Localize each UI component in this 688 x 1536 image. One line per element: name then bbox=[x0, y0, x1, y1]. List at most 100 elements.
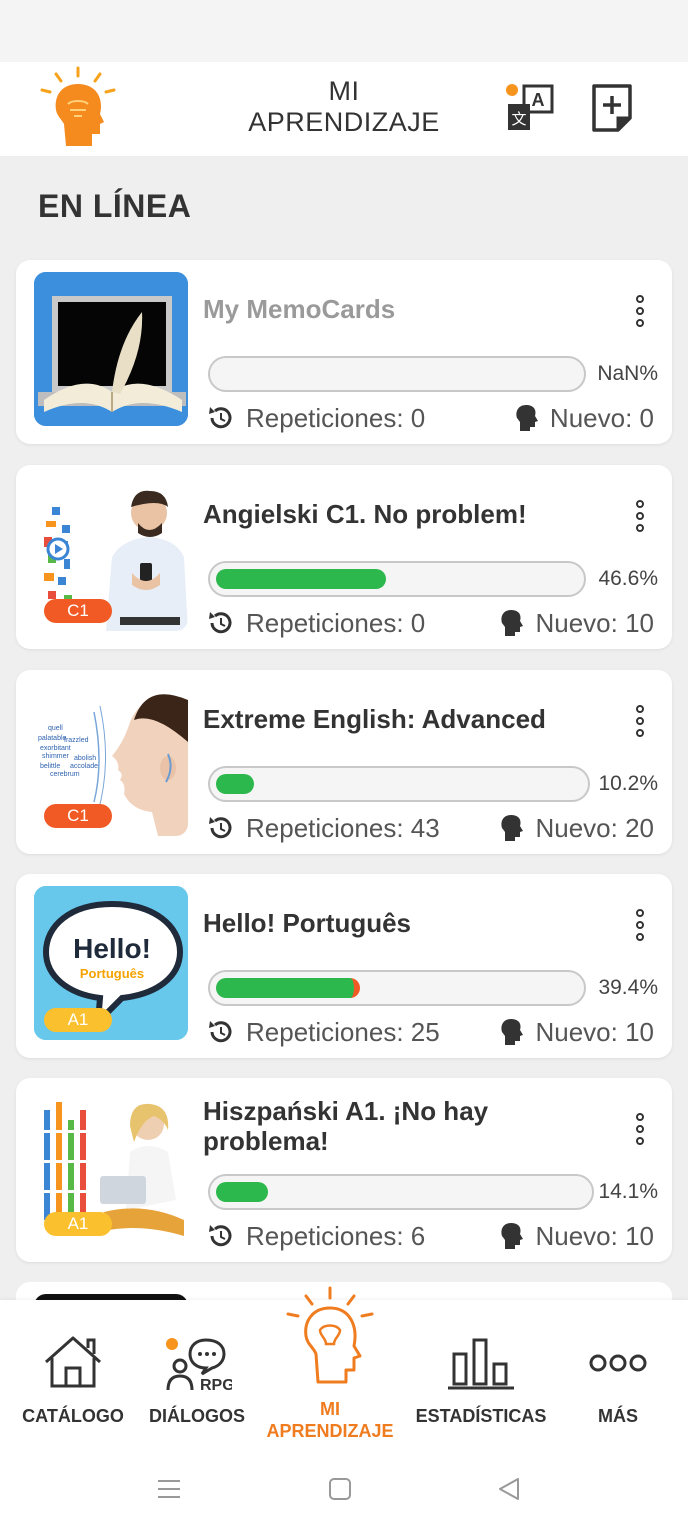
bar-chart-icon bbox=[448, 1338, 514, 1390]
level-badge: A1 bbox=[44, 1212, 112, 1236]
course-thumbnail bbox=[34, 272, 188, 426]
head-silhouette-icon bbox=[516, 405, 538, 431]
svg-text:palatable: palatable bbox=[38, 735, 67, 742]
home-icon bbox=[45, 1336, 101, 1388]
nav-label: MÁS bbox=[598, 1406, 638, 1426]
level-badge: C1 bbox=[44, 599, 112, 623]
translate-icon: A 文 bbox=[506, 84, 554, 130]
new-count: Nuevo: 0 bbox=[514, 402, 654, 434]
nav-label: ESTADÍSTICAS bbox=[415, 1406, 547, 1426]
nav-more[interactable]: MÁS bbox=[560, 1300, 676, 1446]
svg-text:A: A bbox=[532, 90, 545, 110]
nav-my-learning[interactable]: MI APRENDIZAJE bbox=[262, 1286, 398, 1446]
recent-apps-icon[interactable] bbox=[156, 1476, 182, 1502]
level-badge: C1 bbox=[44, 804, 112, 828]
course-card[interactable]: My MemoCards NaN% Repeticiones: 0 Nuevo:… bbox=[16, 260, 672, 444]
new-count: Nuevo: 20 bbox=[499, 812, 654, 844]
progress-percent: 14.1% bbox=[598, 1180, 658, 1203]
head-silhouette-icon bbox=[501, 815, 524, 841]
kebab-menu-icon[interactable] bbox=[628, 1110, 652, 1150]
course-thumbnail: quell palatable frazzled exorbitant shimmer… bbox=[34, 682, 188, 836]
course-title: Hello! Português bbox=[203, 908, 412, 938]
repeat-icon bbox=[209, 1021, 232, 1043]
repetitions-count: Repeticiones: 43 bbox=[206, 812, 440, 844]
bulb-head-logo-icon bbox=[38, 64, 118, 152]
repeat-icon bbox=[209, 817, 232, 839]
nav-label: CATÁLOGO bbox=[22, 1406, 124, 1426]
bulb-head-icon bbox=[286, 1286, 374, 1384]
new-count: Nuevo: 10 bbox=[499, 1016, 654, 1048]
more-dots-icon bbox=[589, 1354, 647, 1372]
section-title: EN LÍNEA bbox=[38, 188, 192, 224]
progress-fill bbox=[216, 978, 360, 998]
repetitions-count: Repeticiones: 0 bbox=[206, 607, 425, 639]
svg-text:shimmer: shimmer bbox=[42, 753, 70, 760]
repetitions-count: Repeticiones: 6 bbox=[206, 1220, 425, 1252]
svg-text:frazzled: frazzled bbox=[64, 737, 89, 744]
thumb-subtitle: Português bbox=[80, 966, 144, 981]
repetitions-count: Repeticiones: 0 bbox=[206, 402, 425, 434]
kebab-menu-icon[interactable] bbox=[628, 702, 652, 742]
nav-dialogs[interactable]: RPG DIÁLOGOS bbox=[138, 1300, 256, 1446]
progress-bar bbox=[208, 356, 586, 392]
rpg-label: RPG bbox=[200, 1377, 232, 1392]
repeat-icon bbox=[209, 612, 232, 634]
course-thumbnail: Hello! Português A1 bbox=[34, 886, 188, 1040]
repetitions-count: Repeticiones: 25 bbox=[206, 1016, 440, 1048]
course-card[interactable]: quell palatable frazzled exorbitant shimmer… bbox=[16, 670, 672, 854]
svg-text:quell: quell bbox=[48, 725, 63, 732]
level-badge: A1 bbox=[44, 1008, 112, 1032]
course-card[interactable]: A1 Hiszpański A1. ¡No hay problema! 14.1… bbox=[16, 1078, 672, 1262]
course-title: My MemoCards bbox=[203, 294, 396, 324]
back-icon[interactable] bbox=[496, 1476, 522, 1502]
chat-rpg-icon: RPG bbox=[166, 1338, 232, 1392]
progress-percent: NaN% bbox=[597, 362, 658, 385]
system-navigation-bar bbox=[0, 1446, 688, 1536]
course-title: Extreme English: Advanced bbox=[203, 704, 546, 734]
status-bar bbox=[0, 0, 688, 62]
course-card[interactable]: C1 Angielski C1. No problem! 46.6% Repet… bbox=[16, 465, 672, 649]
top-app-bar: MI APRENDIZAJE A 文 bbox=[0, 62, 688, 156]
translate-button[interactable]: A 文 bbox=[504, 82, 556, 134]
kebab-menu-icon[interactable] bbox=[628, 497, 652, 537]
new-count: Nuevo: 10 bbox=[499, 1220, 654, 1252]
home-button-icon[interactable] bbox=[327, 1476, 353, 1502]
svg-text:cerebrum: cerebrum bbox=[50, 771, 80, 778]
progress-percent: 10.2% bbox=[598, 772, 658, 795]
head-silhouette-icon bbox=[501, 1019, 524, 1045]
progress-fill bbox=[216, 1182, 268, 1202]
course-title: Hiszpański A1. ¡No hay problema! bbox=[203, 1096, 489, 1156]
head-silhouette-icon bbox=[501, 610, 524, 636]
thumb-title: Hello! bbox=[73, 933, 151, 964]
new-count: Nuevo: 10 bbox=[499, 607, 654, 639]
progress-percent: 46.6% bbox=[598, 567, 658, 590]
course-title: Angielski C1. No problem! bbox=[203, 499, 527, 529]
svg-text:belittle: belittle bbox=[40, 763, 60, 770]
progress-bar bbox=[208, 1174, 594, 1210]
repeat-icon bbox=[209, 407, 232, 429]
head-silhouette-icon bbox=[501, 1223, 524, 1249]
repeat-icon bbox=[209, 1225, 232, 1247]
svg-text:文: 文 bbox=[511, 111, 526, 128]
svg-text:accolade: accolade bbox=[70, 763, 98, 770]
add-note-button[interactable] bbox=[588, 82, 636, 134]
kebab-menu-icon[interactable] bbox=[628, 906, 652, 946]
progress-percent: 39.4% bbox=[598, 976, 658, 999]
course-thumbnail: A1 bbox=[34, 1090, 188, 1244]
nav-label: DIÁLOGOS bbox=[148, 1406, 245, 1426]
kebab-menu-icon[interactable] bbox=[628, 292, 652, 332]
progress-fill bbox=[216, 569, 386, 589]
add-note-icon bbox=[592, 84, 632, 132]
nav-label: MI APRENDIZAJE bbox=[266, 1399, 394, 1441]
svg-text:abolish: abolish bbox=[74, 755, 96, 762]
course-thumbnail: C1 bbox=[34, 477, 188, 631]
nav-catalog[interactable]: CATÁLOGO bbox=[10, 1300, 136, 1446]
page-title: MI APRENDIZAJE bbox=[248, 76, 440, 137]
nav-statistics[interactable]: ESTADÍSTICAS bbox=[408, 1300, 554, 1446]
progress-fill bbox=[216, 774, 254, 794]
progress-bar bbox=[208, 970, 586, 1006]
course-card[interactable]: Hello! Português A1 Hello! Português 39.… bbox=[16, 874, 672, 1058]
progress-bar bbox=[208, 561, 586, 597]
svg-text:exorbitant: exorbitant bbox=[40, 745, 71, 752]
progress-bar bbox=[208, 766, 590, 802]
